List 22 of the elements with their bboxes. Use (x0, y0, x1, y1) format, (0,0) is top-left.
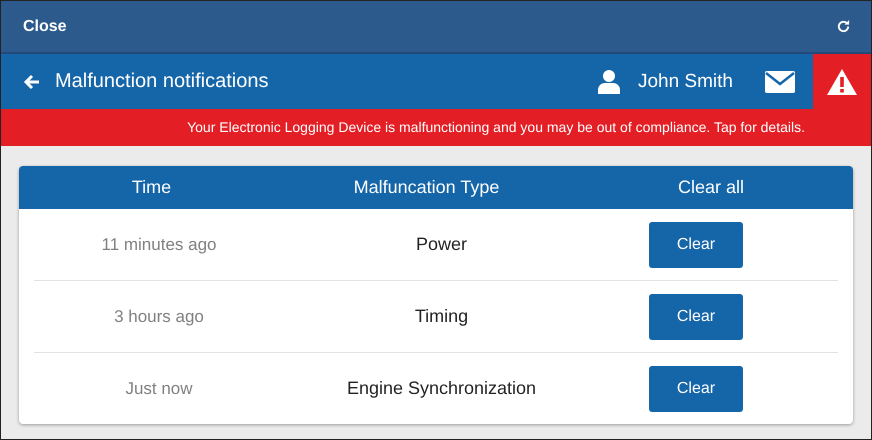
time-cell: Just now (125, 378, 193, 398)
warning-button[interactable] (813, 54, 871, 109)
back-arrow-icon[interactable] (23, 72, 41, 90)
page-title: Malfunction notifications (55, 70, 268, 93)
type-cell: Power (416, 234, 468, 255)
refresh-icon[interactable] (836, 19, 851, 34)
close-link[interactable]: Close (23, 18, 67, 36)
type-cell: Engine Synchronization (346, 378, 536, 399)
envelope-icon[interactable] (765, 70, 795, 92)
user-name[interactable]: John Smith (638, 70, 733, 92)
clear-button[interactable]: Clear (649, 222, 743, 268)
clear-button[interactable]: Clear (649, 294, 743, 340)
warning-icon (826, 68, 858, 96)
clear-button[interactable]: Clear (649, 366, 743, 412)
type-cell: Timing (414, 306, 468, 327)
column-header: Malfuncation Type (354, 177, 500, 198)
column-header: Time (132, 177, 172, 198)
column-header[interactable]: Clear all (678, 177, 744, 198)
alert-banner[interactable]: Your Electronic Logging Device is malfunctioning and you may be out of compliance. Tap for details. (1, 109, 871, 146)
time-cell: 3 hours ago (114, 306, 204, 326)
time-cell: 11 minutes ago (102, 234, 216, 254)
user-icon[interactable] (598, 70, 620, 94)
